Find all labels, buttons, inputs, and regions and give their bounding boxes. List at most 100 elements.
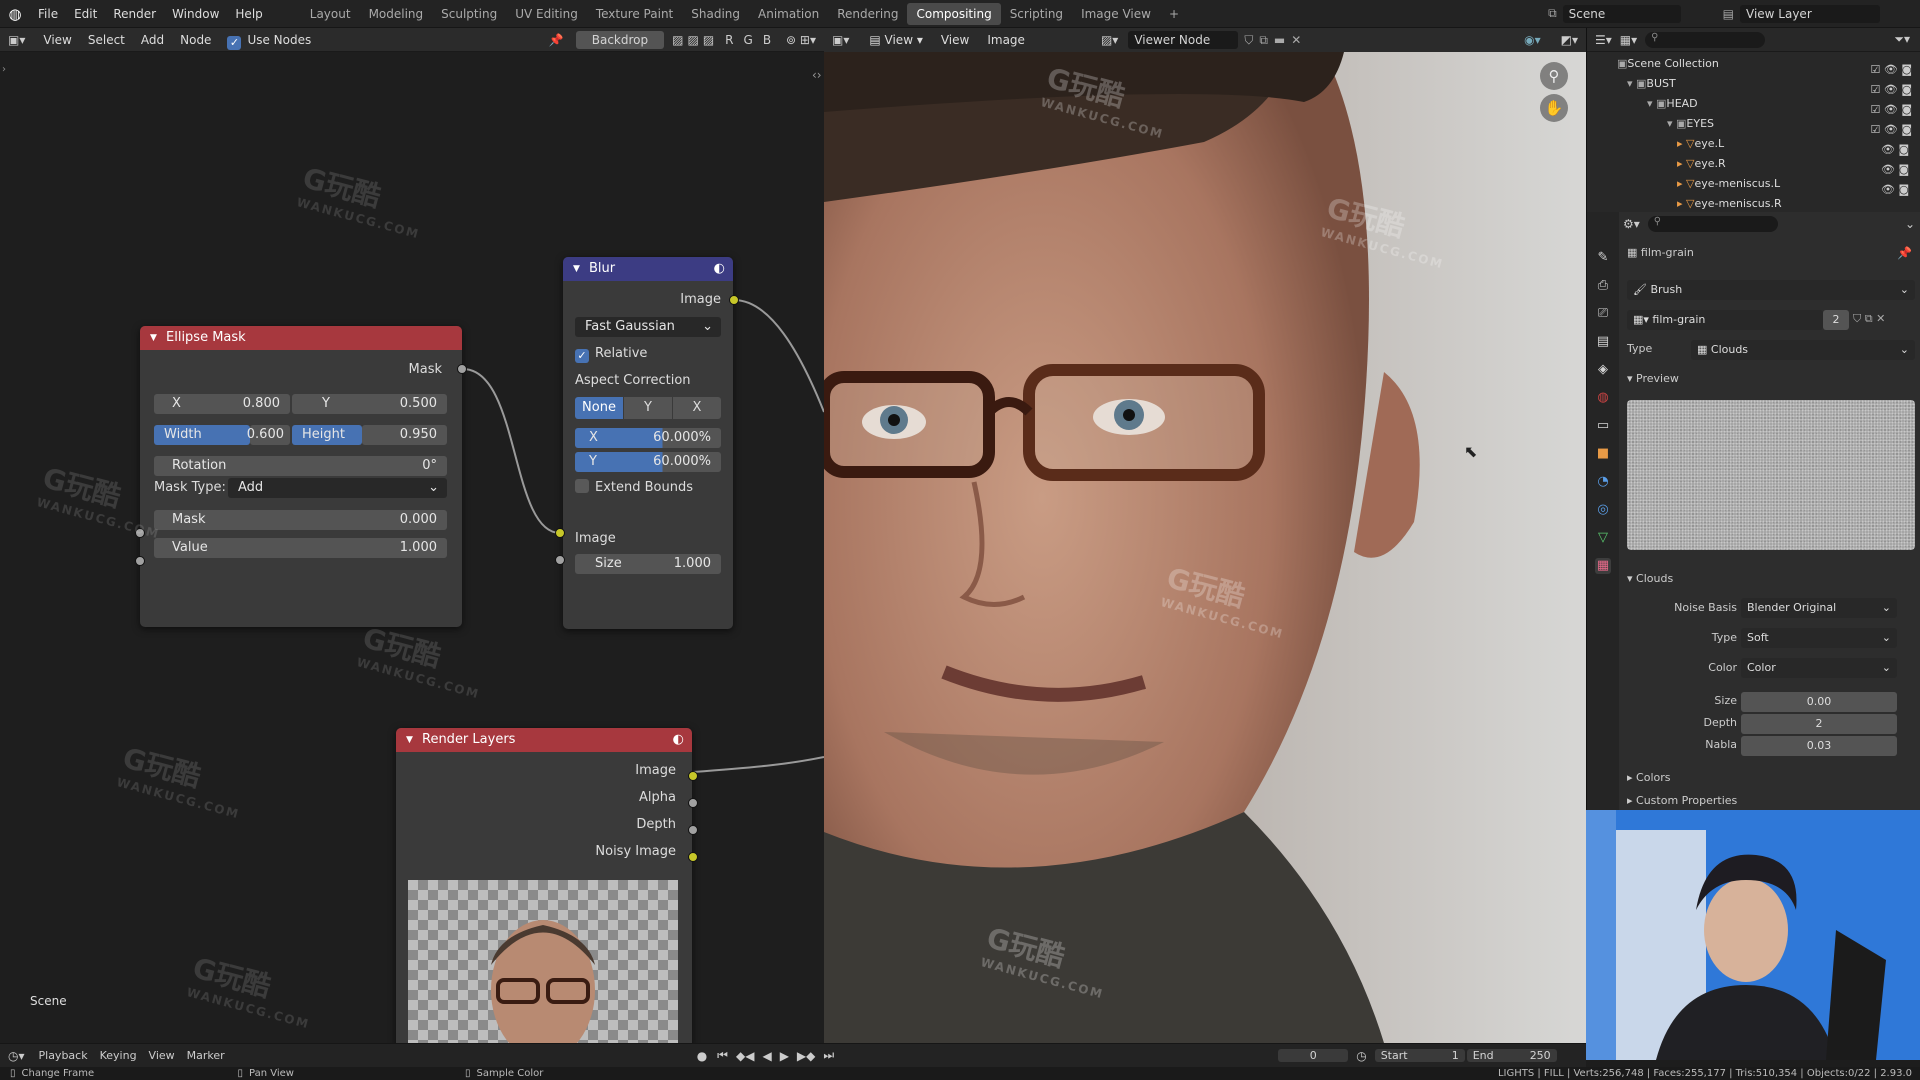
ellipse-mask-node[interactable]: ▼ Ellipse Mask Mask X 0.800 Y 0.500 Width 0… bbox=[140, 326, 462, 627]
mask-input-field[interactable]: Mask 0.000 bbox=[154, 510, 447, 530]
tool-tab-icon[interactable]: ✎ bbox=[1595, 250, 1611, 266]
tab-animation[interactable]: Animation bbox=[749, 3, 828, 25]
noise-depth-field[interactable]: 2 bbox=[1741, 714, 1897, 734]
display-channels-icon[interactable]: ◩▾ bbox=[1553, 33, 1586, 47]
new-image-icon[interactable]: ⧉ bbox=[1259, 33, 1268, 48]
noise-basis-dropdown[interactable]: Blender Original ⌄ bbox=[1741, 598, 1897, 618]
blur-x-field[interactable]: X 60.000% bbox=[575, 428, 721, 448]
blur-size-input-socket[interactable] bbox=[555, 555, 565, 565]
texture-type-dropdown[interactable]: ▦ Clouds ⌄ bbox=[1691, 340, 1915, 360]
zoom-icon[interactable]: ⚲ bbox=[1540, 62, 1568, 90]
data-tab-icon[interactable]: ▽ bbox=[1595, 530, 1611, 546]
channel-b[interactable]: B bbox=[760, 33, 774, 47]
scene-field[interactable]: Scene bbox=[1562, 4, 1681, 23]
value-field[interactable]: Value 1.000 bbox=[154, 538, 447, 558]
world-tab-icon[interactable]: ◍ bbox=[1595, 390, 1611, 406]
expand-icon[interactable]: ▾ ▣ bbox=[1647, 94, 1666, 114]
visibility-toggles[interactable]: ☑ 👁 ◙ ☑ 👁 ◙ ☑ 👁 ◙ ☑ 👁 ◙ 👁 ◙ 👁 ◙ 👁 ◙ bbox=[1871, 60, 1913, 200]
backdrop-channel-icons[interactable]: ▨▨▨ bbox=[672, 33, 718, 47]
datablock-actions-icons[interactable]: ⛉ ⧉ ✕ bbox=[1853, 312, 1885, 326]
start-frame-field[interactable]: Start 1 bbox=[1374, 1049, 1465, 1062]
output-tab-icon[interactable]: ⎚ bbox=[1595, 306, 1611, 322]
display-mode-icon[interactable]: ▦▾ bbox=[1620, 33, 1637, 47]
color-dropdown[interactable]: Color ⌄ bbox=[1741, 658, 1897, 678]
mask-type-dropdown[interactable]: Add ⌄ bbox=[228, 478, 447, 498]
tab-sculpting[interactable]: Sculpting bbox=[432, 3, 506, 25]
preview-toggle-icon[interactable]: ◐ bbox=[714, 257, 725, 281]
tab-image-view[interactable]: Image View bbox=[1072, 3, 1160, 25]
image-viewer[interactable]: ⚲ ✋ ⬉ G玩酷 WANKUCG.COM G玩酷 WANKUCG.COM G玩酷 W… bbox=[824, 52, 1586, 1043]
properties-editor[interactable]: ✎ ⎙ ⎚ ▤ ◈ ◍ ▭ ■ ◔ ◎ ▽ ▦ ⚙▾ ⚲ ⌄ ▦ film-gr… bbox=[1586, 212, 1920, 810]
x-field[interactable]: X 0.800 bbox=[154, 394, 290, 414]
cloud-type-dropdown[interactable]: Soft ⌄ bbox=[1741, 628, 1897, 648]
pan-hand-icon[interactable]: ✋ bbox=[1540, 94, 1568, 122]
aspect-x-button[interactable]: X bbox=[673, 397, 721, 419]
open-image-icon[interactable]: ▬ bbox=[1274, 33, 1285, 47]
fake-user-icon[interactable]: ⛉ bbox=[1244, 33, 1253, 48]
use-nodes-toggle[interactable]: ✓ Use Nodes bbox=[221, 29, 317, 51]
filter-type-dropdown[interactable]: Fast Gaussian ⌄ bbox=[575, 317, 721, 337]
tab-modeling[interactable]: Modeling bbox=[360, 3, 433, 25]
relative-checkbox[interactable]: ✓ Relative bbox=[575, 342, 647, 366]
current-frame-field[interactable]: 0 bbox=[1278, 1049, 1349, 1062]
play-icon[interactable]: ▶ bbox=[776, 1049, 793, 1063]
viewer-view-dropdown[interactable]: ▤ View ▾ bbox=[863, 29, 928, 51]
checkbox-icon[interactable]: ✓ bbox=[227, 35, 242, 50]
aspect-none-button[interactable]: None bbox=[575, 397, 623, 419]
viewer-node-field[interactable]: Viewer Node bbox=[1128, 31, 1239, 49]
extend-bounds-checkbox[interactable]: Extend Bounds bbox=[575, 476, 693, 500]
menu-edit[interactable]: Edit bbox=[66, 0, 105, 28]
collection-tab-icon[interactable]: ▭ bbox=[1595, 418, 1611, 434]
rl-depth-socket[interactable] bbox=[688, 825, 698, 835]
checkbox-icon[interactable] bbox=[575, 479, 589, 493]
ellipse-mask-title[interactable]: ▼ Ellipse Mask bbox=[140, 326, 462, 350]
mask-input-socket[interactable] bbox=[135, 528, 145, 538]
blur-image-output-socket[interactable] bbox=[729, 295, 739, 305]
view-layer-icon[interactable]: ▤ bbox=[1717, 7, 1740, 21]
texture-tab-icon[interactable]: ▦ bbox=[1595, 558, 1611, 574]
expand-icon[interactable]: ▾ ▣ bbox=[1627, 74, 1646, 94]
expand-icon[interactable]: ▾ ▣ bbox=[1667, 114, 1686, 134]
tab-scripting[interactable]: Scripting bbox=[1001, 3, 1072, 25]
collapse-icon[interactable]: ▼ bbox=[573, 257, 580, 281]
add-workspace-icon[interactable]: + bbox=[1160, 3, 1188, 25]
gizmo-icon[interactable]: ◉▾ bbox=[1518, 33, 1547, 47]
node-view-menu[interactable]: View bbox=[37, 29, 77, 51]
backdrop-button[interactable]: Backdrop bbox=[575, 30, 665, 49]
menu-window[interactable]: Window bbox=[164, 0, 227, 28]
overlay-icons[interactable]: ⊚ ⊞▾ bbox=[778, 33, 824, 47]
collapse-arrows-icon[interactable]: ‹› bbox=[812, 68, 822, 82]
editor-type-icon[interactable]: ▣▾ bbox=[824, 33, 857, 47]
close-icon[interactable]: ✕ bbox=[1291, 33, 1301, 47]
modifier-tab-icon[interactable]: ◔ bbox=[1595, 474, 1611, 490]
pin-icon[interactable]: 📌 bbox=[1897, 246, 1912, 260]
width-value-field[interactable]: 0.600 bbox=[247, 425, 290, 445]
outliner-search[interactable]: ⚲ bbox=[1645, 31, 1766, 48]
node-editor[interactable]: ▼ Ellipse Mask Mask X 0.800 Y 0.500 Width 0… bbox=[0, 52, 824, 1043]
record-icon[interactable]: ● bbox=[691, 1049, 713, 1063]
render-layers-title[interactable]: ▼ Render Layers ◐ bbox=[396, 728, 692, 752]
jump-start-icon[interactable]: ⏮ bbox=[713, 1048, 732, 1063]
scene-icon[interactable]: ⧉ bbox=[1542, 6, 1563, 21]
render-layers-node[interactable]: ▼ Render Layers ◐ Image Alpha Depth Noisy … bbox=[396, 728, 692, 1043]
properties-search[interactable]: ⚲ bbox=[1647, 216, 1778, 232]
editor-type-icon[interactable]: ☰▾ bbox=[1595, 33, 1612, 47]
timeline-view-menu[interactable]: View bbox=[143, 1049, 181, 1062]
sidebar-toggle-icon[interactable]: › bbox=[2, 64, 6, 75]
preview-panel-header[interactable]: ▾ Preview bbox=[1627, 368, 1679, 390]
width-field[interactable]: Width bbox=[154, 425, 250, 445]
noise-size-field[interactable]: 0.00 bbox=[1741, 692, 1897, 712]
viewer-view-menu[interactable]: View bbox=[935, 29, 975, 51]
clock-icon[interactable]: ◷ bbox=[1348, 1049, 1374, 1063]
texture-user-dropdown[interactable]: 🖌 Brush ⌄ bbox=[1627, 280, 1915, 300]
y-field[interactable]: Y 0.500 bbox=[292, 394, 447, 414]
viewer-image-menu[interactable]: Image bbox=[981, 29, 1031, 51]
rl-alpha-socket[interactable] bbox=[688, 798, 698, 808]
height-value-field[interactable]: 0.950 bbox=[362, 425, 447, 445]
prev-keyframe-icon[interactable]: ◆◀ bbox=[732, 1049, 758, 1063]
channel-g[interactable]: G bbox=[741, 33, 756, 47]
blender-logo-icon[interactable]: ◍ bbox=[0, 5, 30, 23]
tab-layout[interactable]: Layout bbox=[301, 3, 360, 25]
preview-toggle-icon[interactable]: ◐ bbox=[673, 728, 684, 752]
custom-properties-panel-header[interactable]: ▸ Custom Properties bbox=[1627, 790, 1737, 812]
